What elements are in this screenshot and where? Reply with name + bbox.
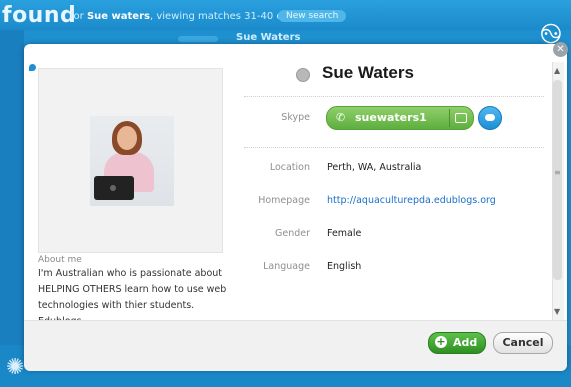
photo-laptop-logo xyxy=(110,185,116,191)
photo-face xyxy=(117,126,137,150)
result-name[interactable]: Sue Waters xyxy=(236,32,300,43)
homepage-label: Homepage xyxy=(258,195,310,206)
add-button-label: Add xyxy=(453,336,478,349)
location-label: Location xyxy=(269,162,310,173)
skype-label: Skype xyxy=(281,112,310,123)
profile-name: Sue Waters xyxy=(322,63,414,82)
gender-value: Female xyxy=(327,228,362,239)
skype-name: suewaters1 xyxy=(355,111,427,124)
scroll-grip-icon: ≡ xyxy=(554,168,561,177)
skype-call-button[interactable]: ✆ suewaters1 xyxy=(326,106,474,130)
close-icon[interactable]: ✕ xyxy=(553,42,568,57)
mood-icon xyxy=(296,68,310,82)
pin-icon xyxy=(29,64,36,71)
language-value: English xyxy=(327,261,362,272)
plus-icon: + xyxy=(435,335,447,348)
profile-photo xyxy=(90,116,174,206)
search-summary: for Sue waters, viewing matches 31-40 of… xyxy=(70,11,302,22)
location-value: Perth, WA, Australia xyxy=(327,162,422,173)
profile-photo-frame xyxy=(38,68,223,253)
search-summary-prefix: for xyxy=(70,11,84,22)
divider xyxy=(244,147,544,148)
result-pill xyxy=(178,36,218,42)
cancel-button[interactable]: Cancel xyxy=(493,332,553,354)
divider xyxy=(244,96,544,97)
language-label: Language xyxy=(263,261,310,272)
new-search-button[interactable]: New search xyxy=(278,10,347,22)
about-me-label: About me xyxy=(38,255,82,265)
search-found-label: found xyxy=(2,3,77,28)
chat-button[interactable] xyxy=(478,106,502,130)
phone-icon: ✆ xyxy=(336,111,346,124)
profile-dialog: About me I'm Australian who is passionat… xyxy=(24,44,567,371)
sms-icon[interactable] xyxy=(455,113,467,123)
results-sidebar xyxy=(0,30,24,387)
gender-label: Gender xyxy=(274,228,310,239)
scroll-up-icon[interactable]: ▲ xyxy=(554,66,560,75)
search-query: Sue waters xyxy=(86,11,150,22)
skype-button-separator xyxy=(449,109,450,127)
scroll-down-icon[interactable]: ▼ xyxy=(554,307,560,316)
homepage-link[interactable]: http://aquaculturepda.edublogs.org xyxy=(327,195,496,206)
loading-swirl-icon: ✺ xyxy=(6,355,25,380)
scrollbar-thumb[interactable] xyxy=(553,80,562,280)
add-contact-button[interactable]: + Add xyxy=(428,332,486,354)
